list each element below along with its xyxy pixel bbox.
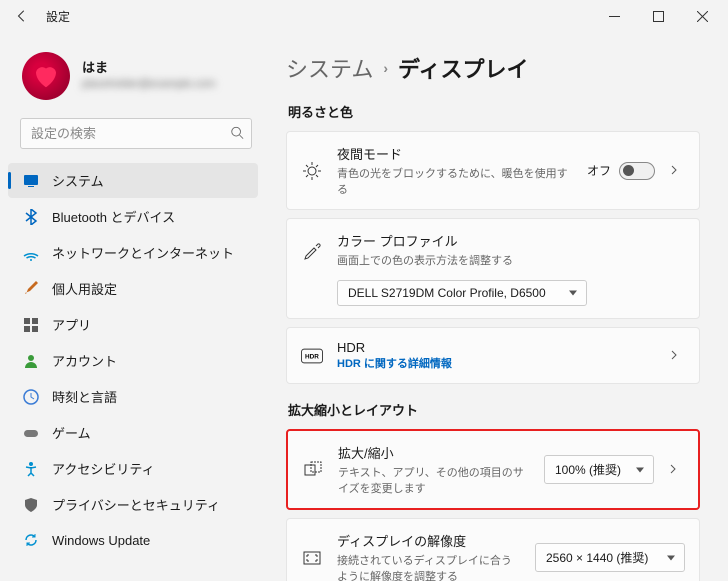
- night-light-state: オフ: [587, 162, 611, 179]
- resolution-select[interactable]: 2560 × 1440 (推奨): [535, 543, 685, 572]
- sidebar-item-label: ネットワークとインターネット: [52, 243, 234, 262]
- night-light-icon: [301, 160, 323, 182]
- sidebar-item-label: 時刻と言語: [52, 387, 117, 406]
- chevron-right-icon: ›: [383, 60, 388, 76]
- night-light-card[interactable]: 夜間モード 青色の光をブロックするために、暖色を使用する オフ: [286, 131, 700, 210]
- scale-title: 拡大/縮小: [338, 443, 530, 462]
- close-icon: [697, 11, 708, 22]
- minimize-icon: [609, 11, 620, 22]
- maximize-icon: [653, 11, 664, 22]
- breadcrumb-parent[interactable]: システム: [286, 52, 373, 84]
- resolution-title: ディスプレイの解像度: [337, 531, 521, 550]
- avatar: [22, 52, 70, 100]
- sidebar-item-label: システム: [52, 171, 104, 190]
- bluetooth-icon: [22, 208, 40, 226]
- close-button[interactable]: [680, 2, 724, 30]
- sidebar-item-accessibility[interactable]: アクセシビリティ: [8, 451, 258, 486]
- sidebar-item-privacy[interactable]: プライバシーとセキュリティ: [8, 487, 258, 522]
- section-brightness: 明るさと色: [288, 102, 700, 121]
- heart-icon: [31, 61, 61, 91]
- profile-email: placeholder@example.com: [82, 77, 215, 91]
- back-button[interactable]: [8, 2, 36, 30]
- color-profile-select[interactable]: DELL S2719DM Color Profile, D6500: [337, 280, 587, 306]
- night-light-title: 夜間モード: [337, 144, 573, 163]
- network-icon: [22, 244, 40, 262]
- clock-icon: [22, 388, 40, 406]
- color-profile-title: カラー プロファイル: [337, 231, 685, 250]
- sidebar-item-label: Windows Update: [52, 533, 150, 548]
- sidebar-item-label: ゲーム: [52, 423, 91, 442]
- scale-select[interactable]: 100% (推奨): [544, 455, 654, 484]
- eyedropper-icon: [301, 239, 323, 261]
- hdr-title: HDR: [337, 340, 655, 355]
- sidebar-item-label: プライバシーとセキュリティ: [52, 495, 220, 514]
- search-input[interactable]: [20, 118, 252, 149]
- chevron-right-icon[interactable]: [668, 462, 684, 477]
- sidebar-item-gaming[interactable]: ゲーム: [8, 415, 258, 450]
- breadcrumb: システム › ディスプレイ: [286, 52, 700, 84]
- accessibility-icon: [22, 460, 40, 478]
- scale-icon: [302, 459, 324, 481]
- brush-icon: [22, 280, 40, 298]
- color-profile-desc: 画面上での色の表示方法を調整する: [337, 252, 685, 268]
- sidebar-item-label: アクセシビリティ: [52, 459, 155, 478]
- sidebar-item-label: 個人用設定: [52, 279, 117, 298]
- hdr-link[interactable]: HDR に関する詳細情報: [337, 355, 655, 371]
- profile-block[interactable]: はま placeholder@example.com: [8, 44, 258, 114]
- apps-icon: [22, 316, 40, 334]
- account-icon: [22, 352, 40, 370]
- gaming-icon: [22, 424, 40, 442]
- minimize-button[interactable]: [592, 2, 636, 30]
- profile-name: はま: [82, 60, 215, 77]
- night-light-toggle[interactable]: [619, 162, 655, 180]
- hdr-icon: HDR: [301, 345, 323, 367]
- resolution-desc: 接続されているディスプレイに合うように解像度を調整する: [337, 552, 521, 581]
- night-light-desc: 青色の光をブロックするために、暖色を使用する: [337, 165, 573, 197]
- svg-text:HDR: HDR: [305, 353, 319, 360]
- sidebar-item-time[interactable]: 時刻と言語: [8, 379, 258, 414]
- breadcrumb-current: ディスプレイ: [398, 52, 528, 84]
- scale-desc: テキスト、アプリ、その他の項目のサイズを変更します: [338, 464, 530, 496]
- update-icon: [22, 531, 40, 549]
- arrow-left-icon: [15, 9, 29, 23]
- chevron-right-icon[interactable]: [669, 163, 685, 178]
- shield-icon: [22, 496, 40, 514]
- color-profile-card: カラー プロファイル 画面上での色の表示方法を調整する DELL S2719DM…: [286, 218, 700, 319]
- chevron-right-icon[interactable]: [669, 348, 685, 363]
- window-title: 設定: [46, 8, 70, 25]
- scale-card[interactable]: 拡大/縮小 テキスト、アプリ、その他の項目のサイズを変更します 100% (推奨…: [286, 429, 700, 510]
- sidebar-item-system[interactable]: システム: [8, 163, 258, 198]
- sidebar-item-update[interactable]: Windows Update: [8, 523, 258, 557]
- sidebar-item-apps[interactable]: アプリ: [8, 307, 258, 342]
- sidebar-item-personalization[interactable]: 個人用設定: [8, 271, 258, 306]
- resolution-card: ディスプレイの解像度 接続されているディスプレイに合うように解像度を調整する 2…: [286, 518, 700, 581]
- sidebar-item-accounts[interactable]: アカウント: [8, 343, 258, 378]
- sidebar-item-label: アプリ: [52, 315, 91, 334]
- section-scale: 拡大縮小とレイアウト: [288, 400, 700, 419]
- sidebar-item-bluetooth[interactable]: Bluetooth とデバイス: [8, 199, 258, 234]
- system-icon: [22, 172, 40, 190]
- resolution-icon: [301, 547, 323, 569]
- sidebar-item-label: Bluetooth とデバイス: [52, 207, 175, 226]
- search-icon: [230, 125, 244, 142]
- maximize-button[interactable]: [636, 2, 680, 30]
- sidebar-item-label: アカウント: [52, 351, 117, 370]
- sidebar-item-network[interactable]: ネットワークとインターネット: [8, 235, 258, 270]
- hdr-card[interactable]: HDR HDR HDR に関する詳細情報: [286, 327, 700, 384]
